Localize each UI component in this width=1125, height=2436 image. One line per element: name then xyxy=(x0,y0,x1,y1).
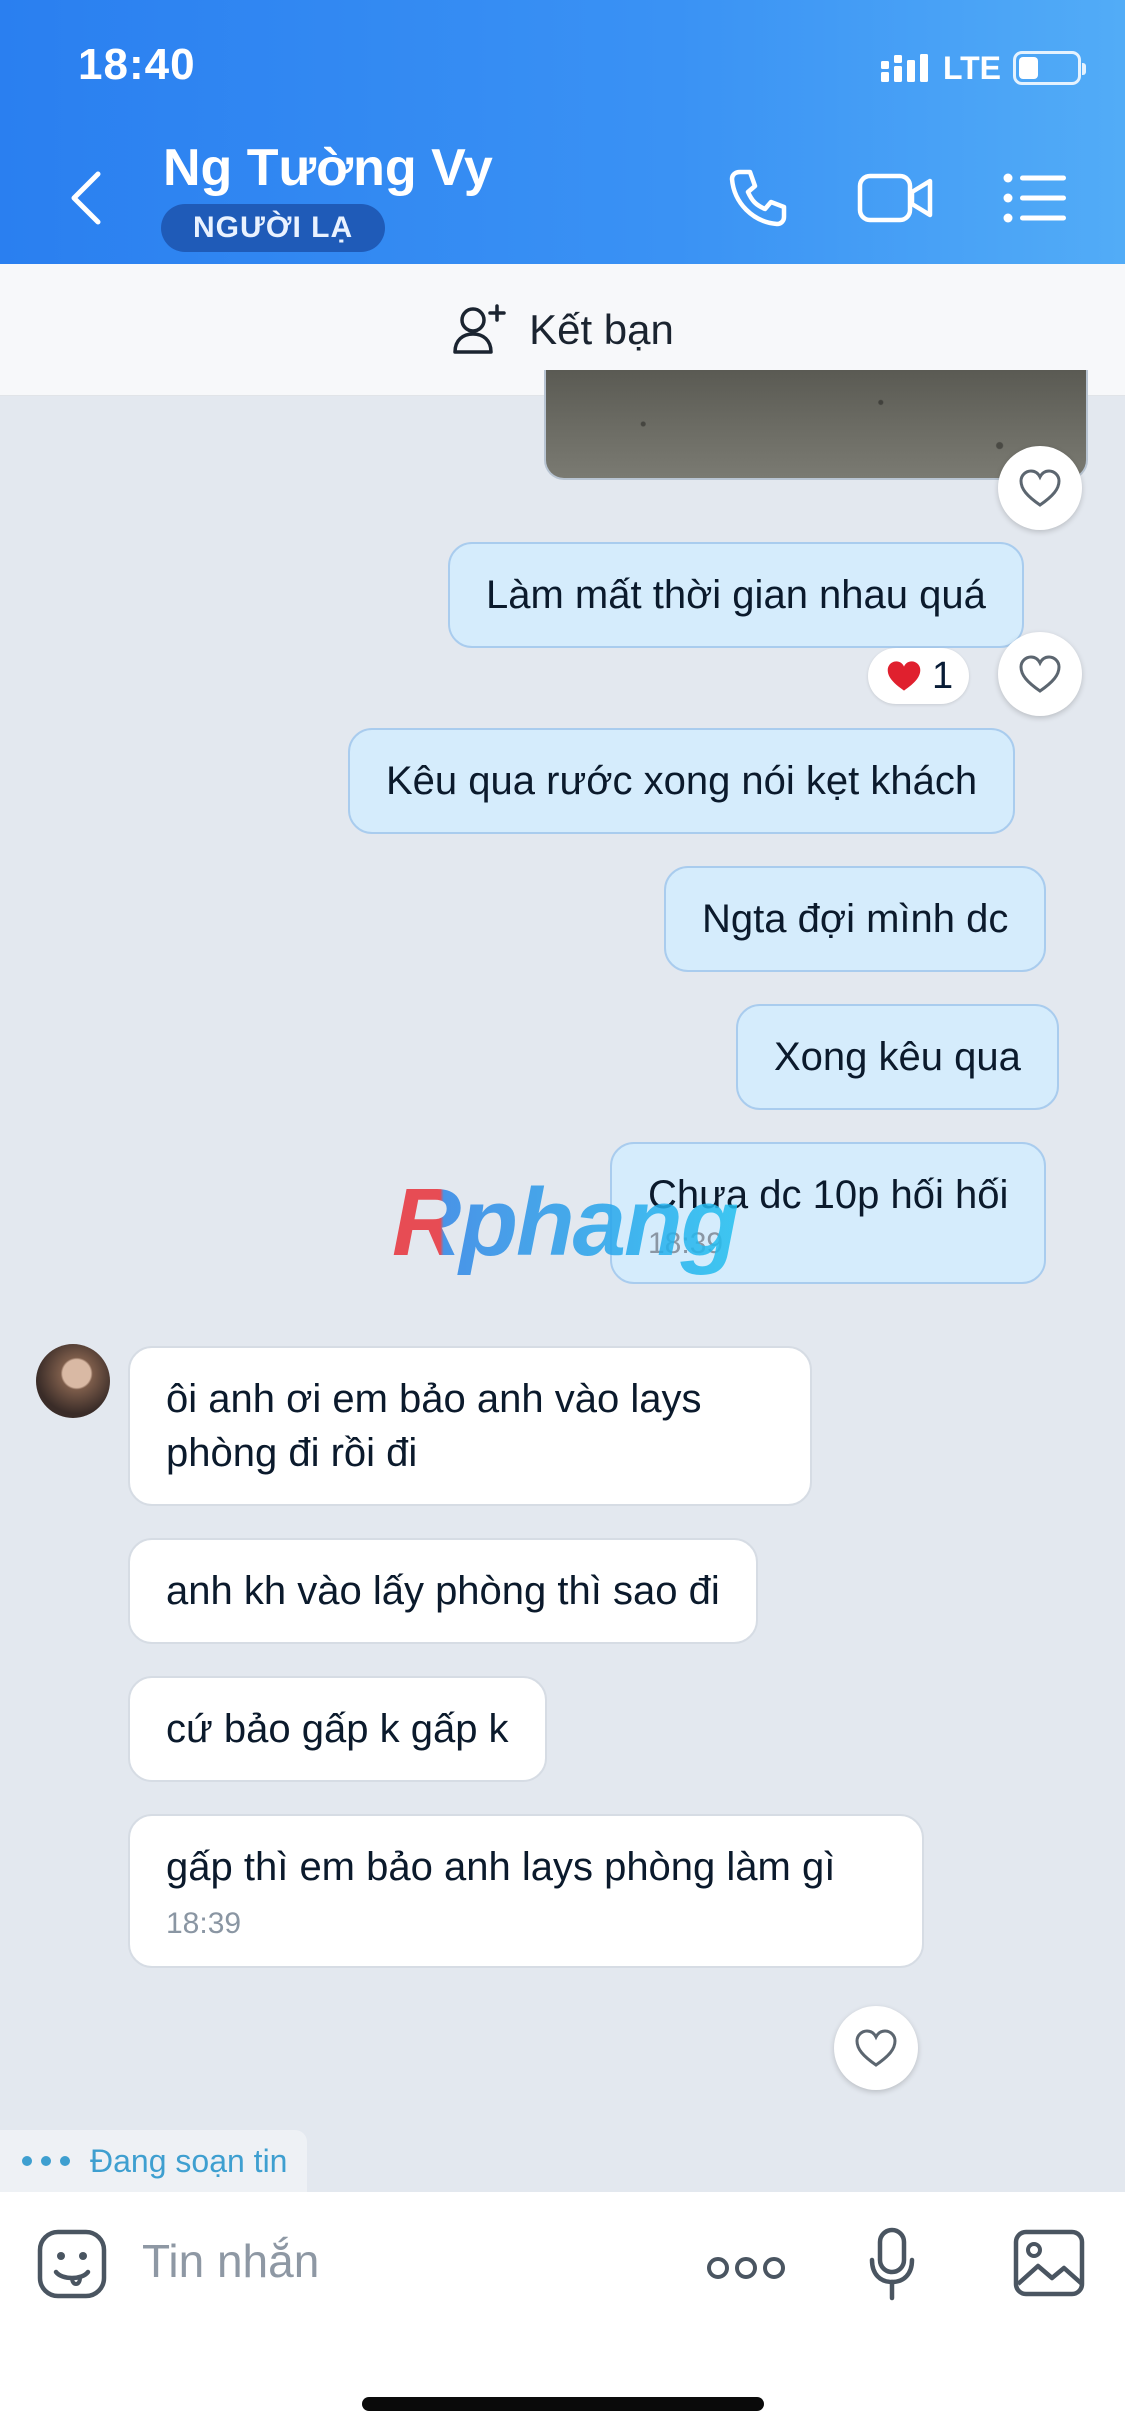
status-indicators: LTE xyxy=(880,48,1086,88)
signal-icon xyxy=(880,54,928,82)
typing-indicator: Đang soạn tin xyxy=(0,2130,308,2192)
reaction-count: 1 xyxy=(932,654,954,697)
message-bubble-outgoing[interactable]: Ngta đợi mình dc xyxy=(664,866,1047,972)
message-bubble-outgoing[interactable]: Kêu qua rước xong nói kẹt khách xyxy=(348,728,1016,834)
message-bubble-incoming[interactable]: ôi anh ơi em bảo anh vào lays phòng đi r… xyxy=(128,1346,812,1506)
watermark-logo: Rphang xyxy=(392,1169,739,1276)
heart-outline-icon xyxy=(1019,469,1061,507)
contact-name[interactable]: Ng Tường Vy xyxy=(163,138,493,198)
more-options-icon[interactable] xyxy=(706,2256,786,2280)
message-input[interactable]: Tin nhắn xyxy=(142,2234,319,2288)
add-friend-icon xyxy=(453,303,506,354)
message-bubble-incoming[interactable]: gấp thì em bảo anh lays phòng làm gì 18:… xyxy=(128,1814,924,1968)
message-text: ôi anh ơi em bảo anh vào lays phòng đi r… xyxy=(166,1377,702,1475)
like-button[interactable] xyxy=(834,2006,918,2090)
message-bubble-incoming[interactable]: cứ bảo gấp k gấp k xyxy=(128,1676,547,1782)
stranger-badge: NGƯỜI LẠ xyxy=(161,204,386,252)
status-time: 18:40 xyxy=(78,40,196,89)
message-text: Ngta đợi mình dc xyxy=(702,897,1009,941)
like-button[interactable] xyxy=(998,632,1082,716)
message-text: cứ bảo gấp k gấp k xyxy=(166,1707,509,1751)
add-friend-label: Kết bạn xyxy=(529,305,674,353)
message-bubble-outgoing[interactable]: Xong kêu qua xyxy=(736,1004,1059,1110)
home-indicator[interactable] xyxy=(362,2397,764,2411)
heart-outline-icon xyxy=(855,2029,897,2067)
heart-outline-icon xyxy=(1019,655,1061,693)
message-bubble-outgoing[interactable]: Làm mất thời gian nhau quá xyxy=(448,542,1024,648)
message-bubble-incoming[interactable]: anh kh vào lấy phòng thì sao đi xyxy=(128,1538,758,1644)
phone-icon[interactable] xyxy=(726,166,790,230)
typing-label: Đang soạn tin xyxy=(90,2142,288,2179)
chat-header: 18:40 LTE Ng Tường Vy NGƯỜI LẠ xyxy=(0,0,1125,264)
video-call-icon[interactable] xyxy=(856,166,934,230)
back-icon[interactable] xyxy=(62,168,112,228)
message-text: Làm mất thời gian nhau quá xyxy=(486,573,986,617)
contact-avatar[interactable] xyxy=(36,1344,110,1418)
menu-list-icon[interactable] xyxy=(1002,166,1068,230)
battery-icon xyxy=(1013,51,1086,85)
message-text: gấp thì em bảo anh lays phòng làm gì xyxy=(166,1845,836,1889)
sticker-icon[interactable] xyxy=(36,2228,108,2300)
message-text: Kêu qua rước xong nói kẹt khách xyxy=(386,759,978,803)
network-label: LTE xyxy=(942,49,1001,86)
heart-filled-icon xyxy=(887,661,921,691)
like-button[interactable] xyxy=(998,446,1082,530)
microphone-icon[interactable] xyxy=(866,2226,918,2302)
reaction-badge[interactable]: 1 xyxy=(868,648,970,704)
message-text: Xong kêu qua xyxy=(774,1035,1021,1079)
message-time: 18:39 xyxy=(166,1907,242,1940)
image-gallery-icon[interactable] xyxy=(1012,2228,1086,2298)
message-text: anh kh vào lấy phòng thì sao đi xyxy=(166,1569,720,1613)
typing-dots-icon xyxy=(22,2156,70,2166)
